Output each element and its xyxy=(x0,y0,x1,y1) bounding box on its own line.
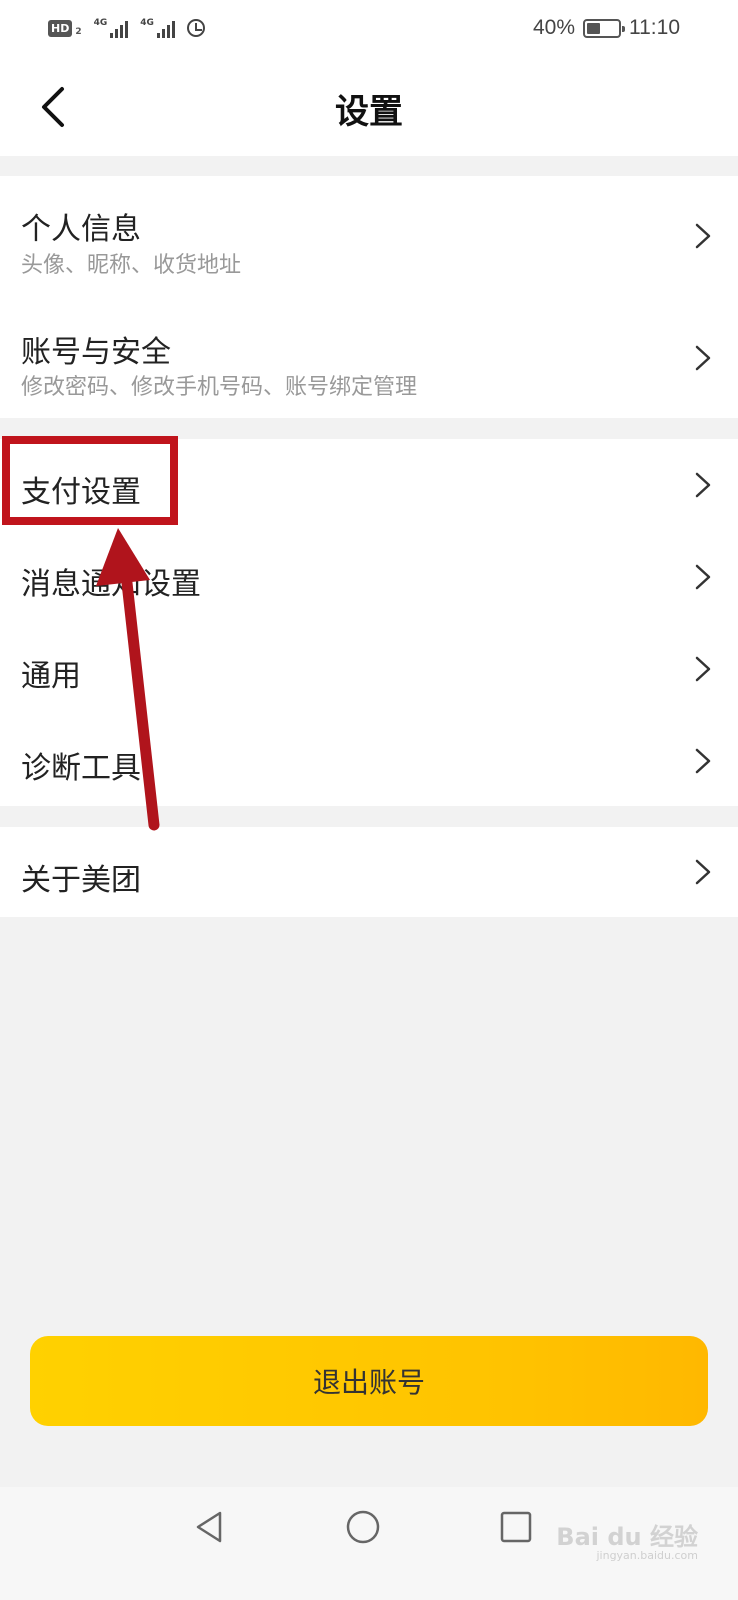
item-title: 个人信息 xyxy=(21,212,141,247)
clock: 11:10 xyxy=(629,16,680,39)
nav-home-icon xyxy=(346,1510,380,1544)
settings-group-about: 关于美团 xyxy=(0,827,738,917)
list-item-notification-settings[interactable]: 消息通知设置 xyxy=(0,531,738,623)
battery-percent: 40% xyxy=(532,16,575,39)
list-item-about[interactable]: 关于美团 xyxy=(0,827,738,917)
chevron-right-icon xyxy=(692,746,714,776)
status-bar: HD 2 4G 4G 40% 11:10 xyxy=(0,0,738,60)
list-item-account-security[interactable]: 账号与安全 修改密码、修改手机号码、账号绑定管理 xyxy=(0,297,738,418)
network-type-1: 4G xyxy=(93,18,108,28)
item-title: 通用 xyxy=(21,659,81,694)
nav-recent-button[interactable] xyxy=(498,1509,534,1545)
status-right: 40% 11:10 xyxy=(533,16,680,40)
chevron-right-icon xyxy=(692,470,714,500)
list-item-personal-info[interactable]: 个人信息 头像、昵称、收货地址 xyxy=(0,176,738,297)
chevron-right-icon xyxy=(692,857,714,887)
chevron-right-icon xyxy=(692,654,714,684)
item-title: 关于美团 xyxy=(21,863,141,898)
hd-badge: HD xyxy=(48,19,73,37)
chevron-right-icon xyxy=(692,221,714,251)
network-type-2: 4G xyxy=(140,18,154,28)
hd-sub-label: 2 xyxy=(75,27,82,37)
settings-group-account: 个人信息 头像、昵称、收货地址 账号与安全 修改密码、修改手机号码、账号绑定管理 xyxy=(0,176,738,418)
status-left: HD 2 4G 4G xyxy=(48,18,205,38)
item-subtitle: 头像、昵称、收货地址 xyxy=(21,253,242,278)
system-nav-bar: Bai du 经验 jingyan.baidu.com xyxy=(0,1487,738,1600)
signal-icon: 4G xyxy=(140,18,175,38)
chevron-right-icon xyxy=(692,343,714,373)
annotation-highlight-box xyxy=(2,436,178,525)
watermark: Bai du 经验 xyxy=(556,1523,698,1551)
battery-icon xyxy=(583,18,625,38)
item-title: 消息通知设置 xyxy=(21,567,201,602)
list-item-general[interactable]: 通用 xyxy=(0,623,738,715)
chevron-right-icon xyxy=(692,562,714,592)
item-title: 账号与安全 xyxy=(21,335,171,370)
logout-button[interactable]: 退出账号 xyxy=(30,1336,708,1426)
logout-label: 退出账号 xyxy=(312,1366,425,1399)
signal-icon: 4G xyxy=(94,18,129,38)
nav-home-button[interactable] xyxy=(345,1509,381,1545)
alarm-icon xyxy=(186,19,205,37)
page-title: 设置 xyxy=(335,92,403,132)
item-subtitle: 修改密码、修改手机号码、账号绑定管理 xyxy=(21,375,418,400)
nav-back-icon xyxy=(196,1511,222,1543)
header: 设置 xyxy=(0,60,738,156)
nav-back-button[interactable] xyxy=(192,1509,228,1545)
watermark-url: jingyan.baidu.com xyxy=(596,1549,698,1562)
item-title: 诊断工具 xyxy=(21,751,141,786)
list-item-diagnostic-tools[interactable]: 诊断工具 xyxy=(0,715,738,806)
nav-recent-icon xyxy=(500,1511,532,1543)
